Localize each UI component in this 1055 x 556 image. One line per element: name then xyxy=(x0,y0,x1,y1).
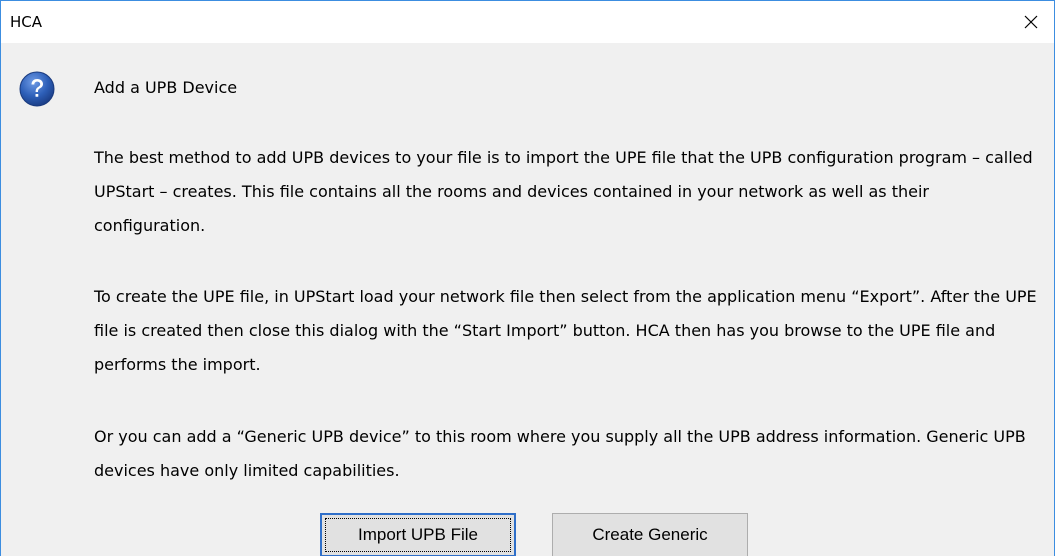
title-bar[interactable]: HCA xyxy=(1,1,1054,43)
create-generic-button[interactable]: Create Generic xyxy=(552,513,748,556)
paragraph-import-info: The best method to add UPB devices to yo… xyxy=(94,148,1033,235)
generic-button-label: Create Generic xyxy=(592,525,708,544)
close-icon xyxy=(1024,15,1038,29)
close-button[interactable] xyxy=(1008,1,1054,43)
import-upb-file-button[interactable]: Import UPB File xyxy=(320,513,516,556)
paragraph-export-instructions: To create the UPE file, in UPStart load … xyxy=(94,287,1037,374)
dialog-window: HCA Add a UPB Device The best method to … xyxy=(0,0,1055,556)
dialog-heading: Add a UPB Device xyxy=(94,78,238,97)
focus-rectangle xyxy=(325,518,511,552)
question-icon xyxy=(19,71,55,107)
paragraph-generic-option: Or you can add a “Generic UPB device” to… xyxy=(94,427,1026,480)
window-title: HCA xyxy=(10,13,43,31)
